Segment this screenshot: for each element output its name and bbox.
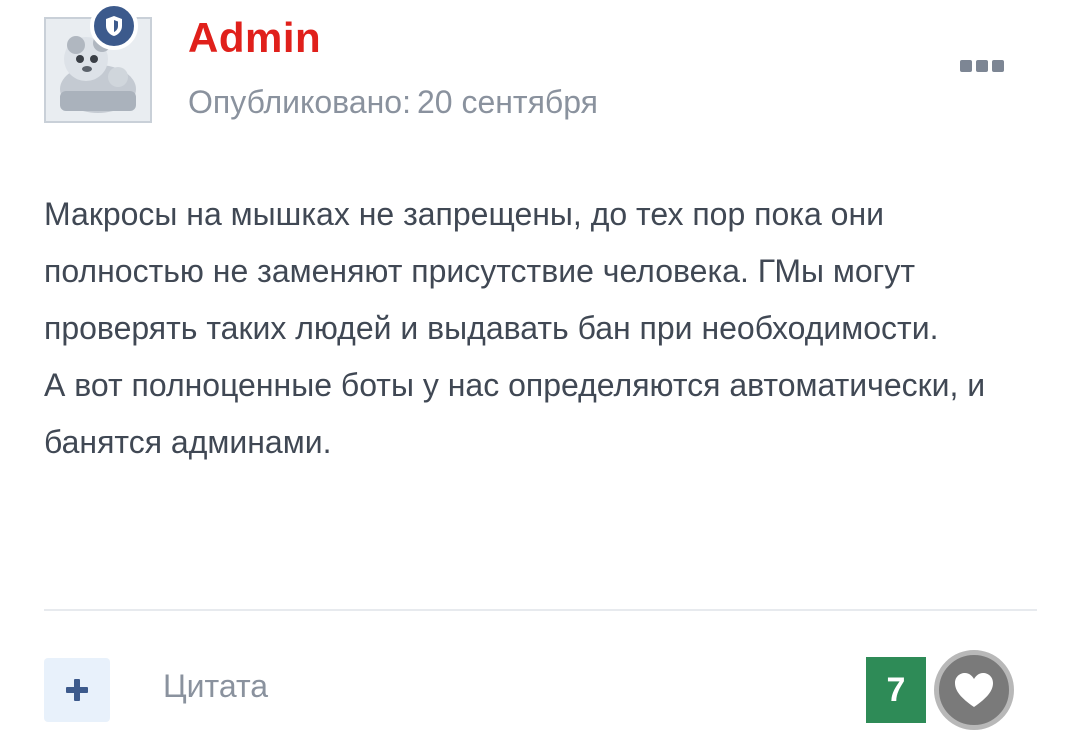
date-label: Опубликовано: <box>188 84 411 120</box>
heart-icon <box>955 673 993 707</box>
add-button[interactable] <box>44 658 110 722</box>
divider <box>44 609 1037 611</box>
admin-badge <box>90 2 138 50</box>
post-body: Макросы на мышках не запрещены, до тех п… <box>44 186 1044 471</box>
quote-button[interactable]: Цитата <box>163 668 268 705</box>
reaction-count[interactable]: 7 <box>866 657 926 723</box>
post-date: Опубликовано: 20 сентября <box>188 84 598 121</box>
more-options-icon[interactable] <box>960 60 1006 74</box>
menu-dot <box>992 60 1004 72</box>
author-name[interactable]: Admin <box>188 14 321 62</box>
shield-icon <box>106 16 122 36</box>
post-paragraph: Макросы на мышках не запрещены, до тех п… <box>44 196 939 346</box>
date-value: 20 сентября <box>416 84 598 120</box>
menu-dot <box>976 60 988 72</box>
post-paragraph: А вот полноценные боты у нас определяютс… <box>44 367 986 460</box>
plus-icon <box>66 679 88 701</box>
like-button[interactable] <box>934 650 1014 730</box>
menu-dot <box>960 60 972 72</box>
